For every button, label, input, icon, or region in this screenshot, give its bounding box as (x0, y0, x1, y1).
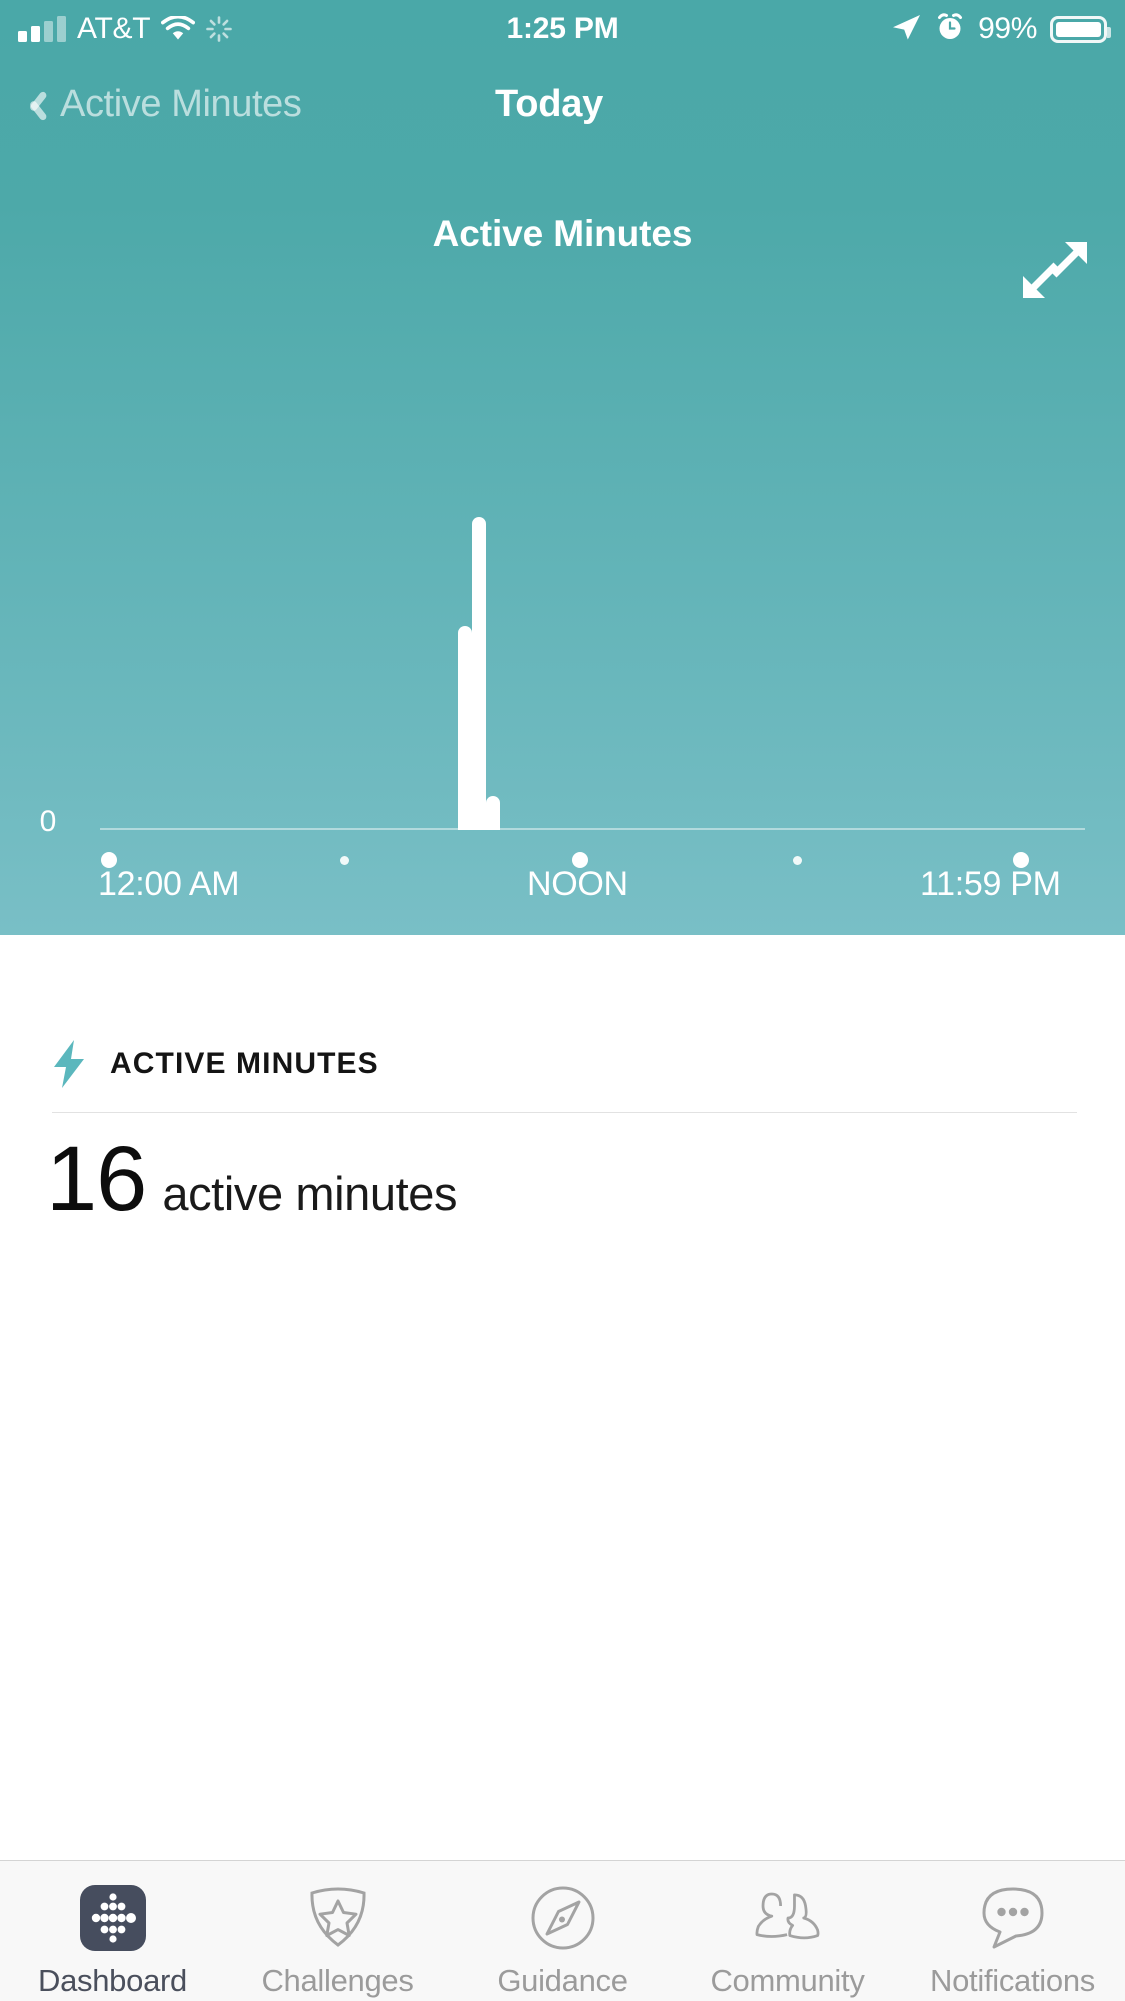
location-arrow-icon (890, 12, 922, 47)
fitbit-dots-icon (76, 1881, 150, 1955)
battery-icon (1050, 16, 1107, 43)
y-axis-zero-label: 0 (18, 805, 78, 839)
active-minutes-stat: 16 active minutes (46, 1133, 457, 1225)
summary-panel: ACTIVE MINUTES 16 active minutes (0, 935, 1125, 1860)
x-axis-tick-dot (340, 856, 349, 865)
tab-community[interactable]: Community (675, 1861, 900, 2001)
x-axis-tick-label: 11:59 PM (920, 865, 1061, 904)
compass-icon (526, 1881, 600, 1955)
tab-label-notifications: Notifications (930, 1963, 1095, 1999)
shield-star-icon (301, 1881, 375, 1955)
speech-bubble-icon (976, 1881, 1050, 1955)
chart-bar (458, 626, 472, 830)
tab-label-guidance: Guidance (497, 1963, 627, 1999)
navigation-bar: Active Minutes Today (0, 58, 1125, 150)
x-axis-tick-label: 12:00 AM (98, 865, 239, 904)
x-axis-tick-label: NOON (527, 865, 628, 904)
back-button-label: Active Minutes (60, 83, 302, 126)
x-axis-line (100, 828, 1085, 830)
back-button[interactable]: Active Minutes (16, 58, 302, 150)
chart-plot-area (0, 330, 1125, 830)
summary-section-label: ACTIVE MINUTES (110, 1047, 379, 1081)
chevron-left-icon (16, 87, 50, 121)
expand-diagonal-icon[interactable] (1007, 222, 1103, 318)
chart-bar (486, 796, 500, 830)
status-bar: AT&T (0, 0, 1125, 58)
tab-challenges[interactable]: Challenges (225, 1861, 450, 2001)
tab-label-dashboard: Dashboard (38, 1963, 187, 1999)
tab-label-community: Community (710, 1963, 864, 1999)
summary-section-header: ACTIVE MINUTES (0, 1025, 1125, 1103)
bottom-tab-bar: Dashboard Challenges Guidance (0, 1860, 1125, 2001)
chart-hero-panel: AT&T (0, 0, 1125, 935)
people-icon (751, 1881, 825, 1955)
tab-notifications[interactable]: Notifications (900, 1861, 1125, 2001)
page-title: Today (495, 58, 603, 150)
chart-bar (472, 517, 486, 830)
status-bar-right: 99% (890, 0, 1107, 58)
active-minutes-unit: active minutes (162, 1166, 457, 1221)
chart-title: Active Minutes (0, 213, 1125, 255)
active-minutes-value: 16 (46, 1133, 146, 1225)
alarm-clock-icon (935, 12, 965, 47)
battery-percent-label: 99% (978, 12, 1037, 46)
tab-dashboard[interactable]: Dashboard (0, 1861, 225, 2001)
x-axis-tick-dot (793, 856, 802, 865)
tab-label-challenges: Challenges (261, 1963, 413, 1999)
lightning-bolt-icon (52, 1040, 88, 1088)
summary-divider (52, 1112, 1077, 1113)
tab-guidance[interactable]: Guidance (450, 1861, 675, 2001)
